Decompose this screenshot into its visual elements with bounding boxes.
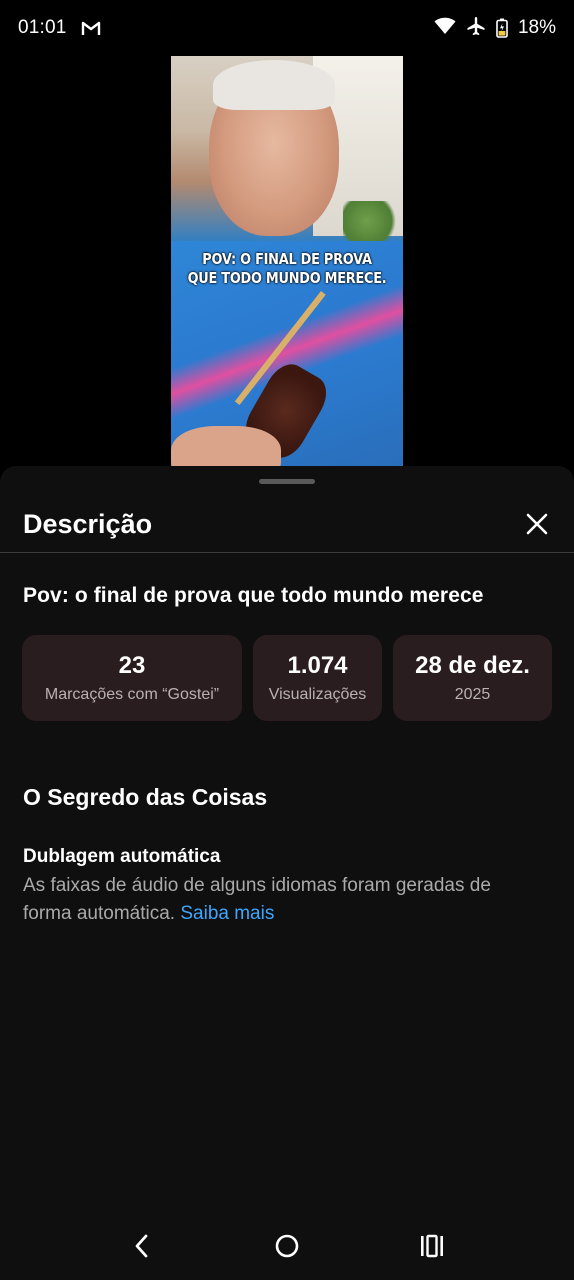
views-label: Visualizações bbox=[268, 686, 367, 703]
video-frame[interactable]: POV: O FINAL DE PROVA QUE TODO MUNDO MER… bbox=[171, 56, 403, 476]
nav-recents-button[interactable] bbox=[412, 1226, 452, 1266]
sheet-drag-handle[interactable] bbox=[259, 479, 315, 484]
nav-home-button[interactable] bbox=[267, 1226, 307, 1266]
caption-line-1: POV: O FINAL DE PROVA bbox=[202, 250, 372, 268]
learn-more-link[interactable]: Saiba mais bbox=[180, 903, 274, 924]
person-hair bbox=[213, 60, 335, 110]
stat-likes: 23 Marcações com “Gostei” bbox=[22, 635, 242, 721]
home-icon bbox=[275, 1234, 299, 1258]
caption-line-2: QUE TODO MUNDO MERECE. bbox=[187, 269, 387, 287]
close-button[interactable] bbox=[522, 509, 552, 539]
recents-icon bbox=[420, 1234, 443, 1258]
channel-name[interactable]: O Segredo das Coisas bbox=[23, 784, 267, 811]
stat-views: 1.074 Visualizações bbox=[253, 635, 382, 721]
description-sheet: Descrição Pov: o final de prova que todo… bbox=[0, 466, 574, 1280]
video-title: Pov: o final de prova que todo mundo mer… bbox=[23, 584, 484, 607]
likes-label: Marcações com “Gostei” bbox=[44, 686, 220, 703]
status-time: 01:01 bbox=[18, 17, 67, 38]
background-trees bbox=[343, 201, 403, 241]
video-caption: POV: O FINAL DE PROVA QUE TODO MUNDO MER… bbox=[171, 250, 403, 288]
gmail-icon bbox=[81, 20, 101, 36]
battery-percent: 18% bbox=[517, 17, 556, 38]
likes-count: 23 bbox=[118, 652, 146, 679]
video-player[interactable]: POV: O FINAL DE PROVA QUE TODO MUNDO MER… bbox=[0, 56, 574, 476]
header-divider bbox=[0, 552, 574, 553]
status-bar: 01:01 18% bbox=[0, 0, 574, 56]
dubbing-description: As faixas de áudio de alguns idiomas for… bbox=[23, 872, 543, 928]
back-icon bbox=[135, 1234, 148, 1258]
sheet-title: Descrição bbox=[23, 508, 153, 539]
dubbing-title: Dublagem automática bbox=[23, 846, 221, 867]
airplane-mode-icon bbox=[466, 16, 486, 41]
publish-date: 28 de dez. bbox=[415, 652, 530, 679]
wifi-icon bbox=[434, 17, 456, 40]
sheet-header: Descrição bbox=[0, 496, 574, 552]
publish-year: 2025 bbox=[454, 686, 491, 703]
battery-icon bbox=[496, 18, 508, 38]
stat-date: 28 de dez. 2025 bbox=[393, 635, 552, 721]
views-count: 1.074 bbox=[287, 652, 348, 679]
close-icon bbox=[526, 513, 548, 535]
system-nav-bar bbox=[0, 1212, 574, 1280]
stats-row: 23 Marcações com “Gostei” 1.074 Visualiz… bbox=[22, 635, 552, 721]
nav-back-button[interactable] bbox=[122, 1226, 162, 1266]
